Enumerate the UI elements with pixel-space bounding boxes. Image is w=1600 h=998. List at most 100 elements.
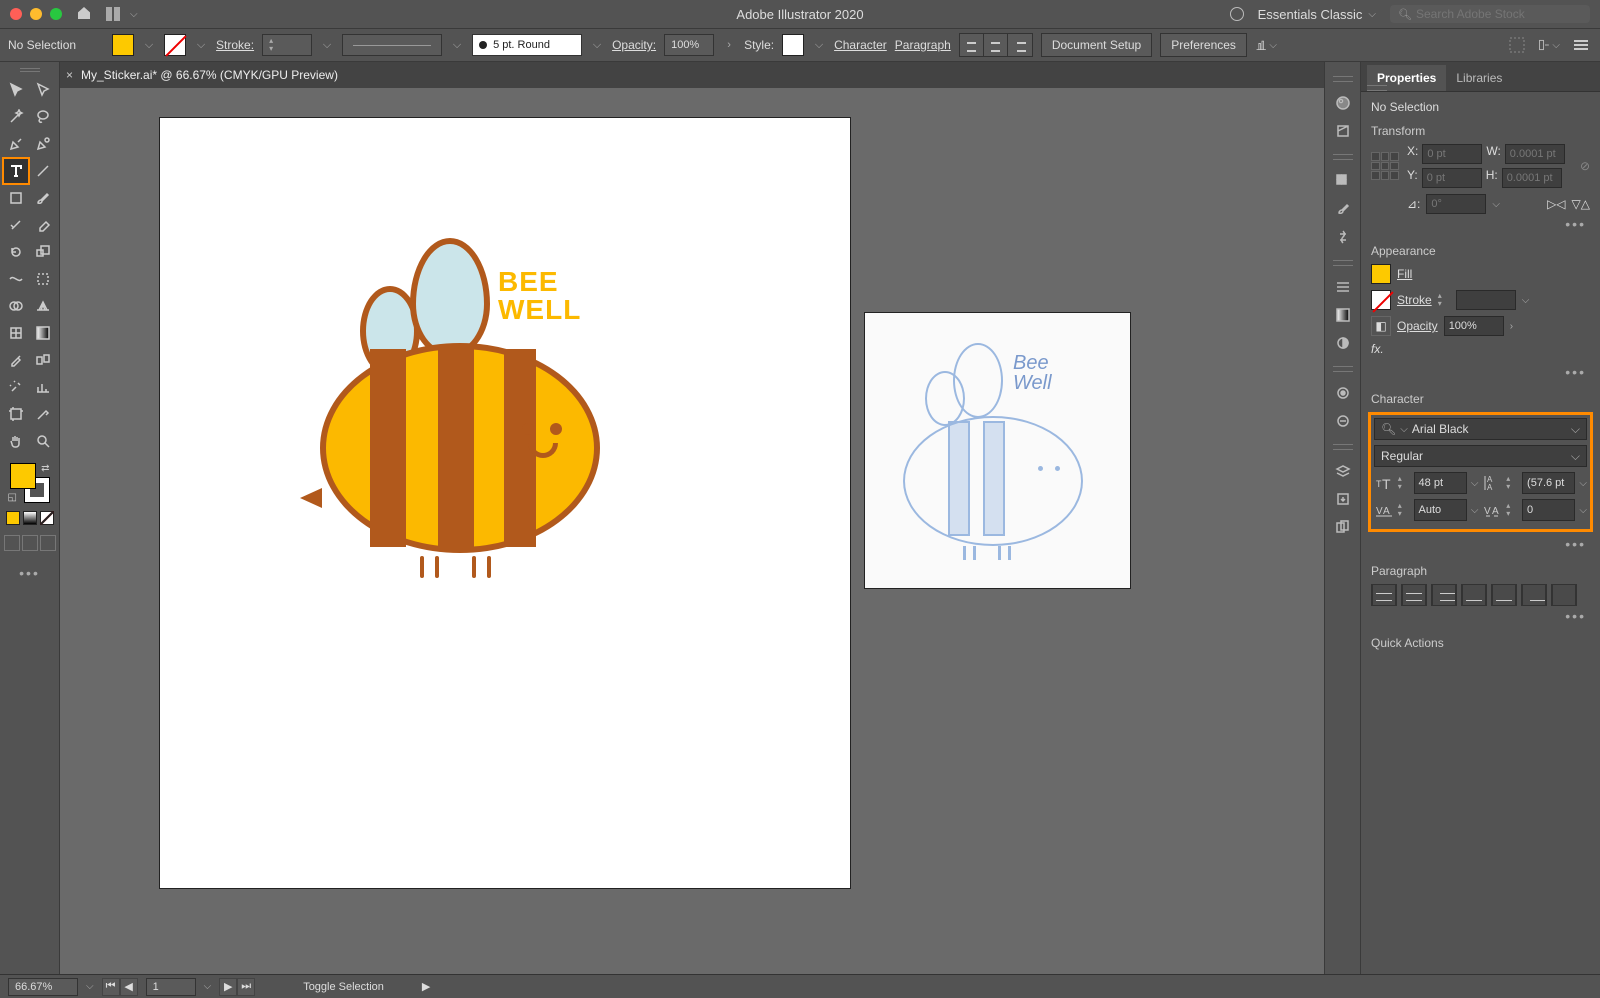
font-size-spinner[interactable]: ▴▾	[1398, 475, 1410, 491]
close-tab-icon[interactable]: ×	[66, 68, 73, 82]
gradient-panel-icon[interactable]	[1332, 304, 1354, 326]
fill-dropdown-icon[interactable]: ⌵	[142, 34, 156, 56]
width-tool[interactable]	[4, 267, 28, 291]
brush-dropdown-icon[interactable]: ⌵	[590, 34, 604, 56]
document-setup-button[interactable]: Document Setup	[1041, 33, 1152, 57]
hand-tool[interactable]	[4, 429, 28, 453]
reference-point-selector[interactable]	[1371, 152, 1399, 180]
zoom-tool[interactable]	[31, 429, 55, 453]
curvature-tool[interactable]	[31, 132, 55, 156]
tracking-spinner[interactable]: ▴▾	[1506, 502, 1518, 518]
transform-y-field[interactable]: 0 pt	[1422, 168, 1482, 188]
minimize-window-icon[interactable]	[30, 8, 42, 20]
next-artboard-icon[interactable]: ▶	[219, 978, 237, 996]
align-left-button[interactable]	[960, 34, 984, 56]
stroke-weight-field[interactable]: ▴▾	[262, 34, 312, 56]
close-window-icon[interactable]	[10, 8, 22, 20]
stroke-dropdown-icon[interactable]: ⌵	[194, 34, 208, 56]
slice-tool[interactable]	[31, 402, 55, 426]
kerning-field[interactable]: Auto	[1414, 499, 1467, 521]
mesh-tool[interactable]	[4, 321, 28, 345]
character-link[interactable]: Character	[834, 38, 887, 52]
paragraph-more-icon[interactable]: •••	[1371, 606, 1590, 626]
para-justify-center[interactable]	[1491, 584, 1517, 606]
para-justify-left[interactable]	[1461, 584, 1487, 606]
constrain-proportions-icon[interactable]: ⊘	[1580, 159, 1590, 173]
line-segment-tool[interactable]	[31, 159, 55, 183]
appearance-stroke-label[interactable]: Stroke	[1397, 293, 1432, 307]
canvas[interactable]: BEE WELL BeeWell	[60, 88, 1324, 974]
font-style-field[interactable]: Regular⌵	[1374, 445, 1587, 467]
leading-field[interactable]: (57.6 pt	[1522, 472, 1575, 494]
transparency-panel-icon[interactable]	[1332, 332, 1354, 354]
opacity-dropdown-icon[interactable]: ›	[722, 34, 736, 56]
artboard-number-field[interactable]: 1	[146, 978, 196, 996]
swatches-panel-icon[interactable]	[1332, 170, 1354, 192]
leading-spinner[interactable]: ▴▾	[1506, 475, 1518, 491]
first-artboard-icon[interactable]: ⏮	[102, 978, 120, 996]
lasso-tool[interactable]	[31, 105, 55, 129]
selection-tool[interactable]	[4, 78, 28, 102]
gradient-mode-icon[interactable]	[23, 511, 37, 525]
fill-swatch[interactable]	[112, 34, 134, 56]
transform-controls-icon[interactable]	[1506, 34, 1528, 56]
status-menu-icon[interactable]: ▶	[422, 980, 430, 993]
zoom-dropdown-icon[interactable]: ⌵	[86, 981, 94, 992]
transform-x-field[interactable]: 0 pt	[1422, 144, 1482, 164]
tab-libraries[interactable]: Libraries	[1446, 65, 1512, 91]
transform-more-icon[interactable]: •••	[1371, 214, 1590, 234]
last-artboard-icon[interactable]: ⏭	[237, 978, 255, 996]
home-icon[interactable]	[76, 5, 92, 24]
character-more-icon[interactable]: •••	[1371, 534, 1590, 554]
align-center-button[interactable]	[984, 34, 1008, 56]
arrange-documents-icon[interactable]	[106, 7, 126, 21]
search-input[interactable]	[1416, 7, 1582, 21]
para-align-left[interactable]	[1371, 584, 1397, 606]
appearance-panel-icon[interactable]	[1332, 382, 1354, 404]
edit-toolbar-icon[interactable]: •••	[19, 565, 40, 581]
document-tab[interactable]: My_Sticker.ai* @ 66.67% (CMYK/GPU Previe…	[81, 68, 338, 82]
color-mode-icon[interactable]	[6, 511, 20, 525]
draw-behind-icon[interactable]	[22, 535, 38, 551]
pen-tool[interactable]	[4, 132, 28, 156]
para-justify-all[interactable]	[1551, 584, 1577, 606]
brush-definition[interactable]: 5 pt. Round	[472, 34, 582, 56]
align-right-button[interactable]	[1008, 34, 1032, 56]
zoom-field[interactable]: 66.67%	[8, 978, 78, 996]
perspective-grid-tool[interactable]	[31, 294, 55, 318]
magic-wand-tool[interactable]	[4, 105, 28, 129]
para-align-right[interactable]	[1431, 584, 1457, 606]
fx-label[interactable]: fx.	[1371, 342, 1384, 356]
paragraph-link[interactable]: Paragraph	[895, 38, 951, 52]
graphic-styles-panel-icon[interactable]	[1332, 410, 1354, 432]
preferences-button[interactable]: Preferences	[1160, 33, 1247, 57]
rectangle-tool[interactable]	[4, 186, 28, 210]
eyedropper-tool[interactable]	[4, 348, 28, 372]
stroke-swatch[interactable]	[164, 34, 186, 56]
artboards-panel-icon[interactable]	[1332, 516, 1354, 538]
default-fill-stroke-icon[interactable]: ◱	[8, 492, 17, 503]
color-panel-icon[interactable]	[1332, 92, 1354, 114]
fill-stroke-control[interactable]: ⇄ ◱	[10, 463, 50, 503]
paintbrush-tool[interactable]	[31, 186, 55, 210]
stroke-panel-icon[interactable]	[1332, 276, 1354, 298]
stroke-weight-dropdown-icon[interactable]: ⌵	[320, 34, 334, 56]
search-stock[interactable]: 🔍︎	[1390, 5, 1590, 23]
fill-box[interactable]	[10, 463, 36, 489]
appearance-fill-swatch[interactable]	[1371, 264, 1391, 284]
shape-builder-tool[interactable]	[4, 294, 28, 318]
appearance-more-icon[interactable]: •••	[1371, 362, 1590, 382]
arrange-chevron-icon[interactable]: ⌵	[130, 9, 138, 20]
flip-horizontal-icon[interactable]: ▷◁	[1547, 197, 1565, 211]
flip-vertical-icon[interactable]: ▽△	[1572, 197, 1590, 211]
shaper-tool[interactable]	[4, 213, 28, 237]
type-tool[interactable]	[4, 159, 28, 183]
tab-properties[interactable]: Properties	[1367, 65, 1446, 91]
symbols-panel-icon[interactable]	[1332, 226, 1354, 248]
profile-dropdown-icon[interactable]: ⌵	[450, 34, 464, 56]
appearance-opacity-field[interactable]: 100%	[1444, 316, 1504, 336]
transform-w-field[interactable]: 0.0001 pt	[1505, 144, 1565, 164]
layers-panel-icon[interactable]	[1332, 460, 1354, 482]
opacity-field[interactable]: 100%	[664, 34, 714, 56]
transform-h-field[interactable]: 0.0001 pt	[1502, 168, 1562, 188]
